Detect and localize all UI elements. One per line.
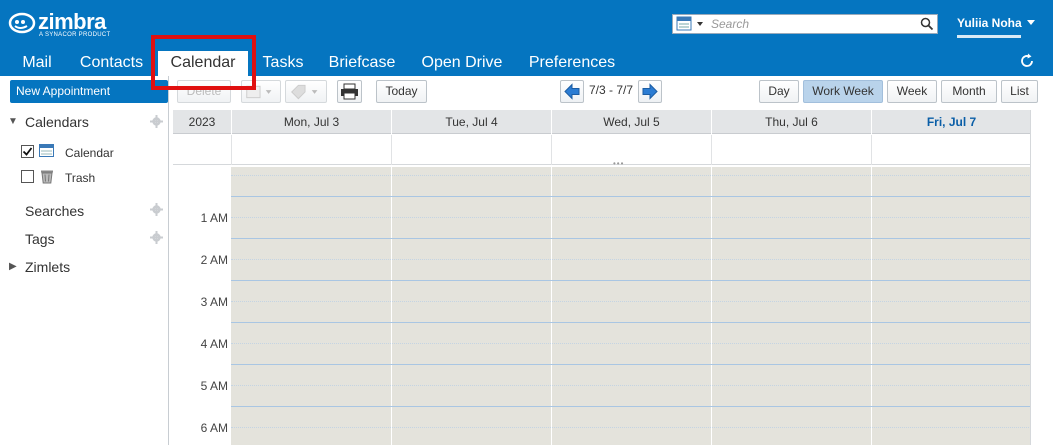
folder-move-icon — [246, 85, 272, 99]
hour-line — [231, 364, 1053, 365]
half-hour-line — [231, 217, 1053, 218]
tags-header[interactable]: Tags — [25, 231, 55, 247]
half-hour-line — [231, 175, 1053, 176]
search-type-menu-icon[interactable] — [675, 16, 709, 32]
hour-slots-area[interactable] — [231, 167, 1053, 445]
calendar-item-label[interactable]: Calendar — [65, 146, 114, 160]
calendar-checkbox[interactable] — [21, 145, 34, 158]
arrow-right-icon — [642, 83, 658, 100]
all-day-divider — [871, 135, 872, 165]
day-column-divider — [391, 167, 392, 445]
tab-tasks[interactable]: Tasks — [255, 51, 311, 76]
next-range-button[interactable] — [638, 80, 662, 103]
day-column-divider — [551, 167, 552, 445]
previous-range-button[interactable] — [560, 80, 584, 103]
tab-open-drive[interactable]: Open Drive — [414, 51, 510, 76]
tags-gear-icon[interactable] — [150, 231, 163, 244]
tab-preferences[interactable]: Preferences — [522, 51, 622, 76]
user-underline — [957, 35, 1021, 38]
search-icon[interactable] — [920, 17, 934, 31]
calendar-grid: 2023 Mon, Jul 3 Tue, Jul 4 Wed, Jul 5 Th… — [173, 110, 1053, 445]
print-button[interactable] — [337, 80, 362, 103]
calendar-icon — [39, 144, 54, 157]
hour-line — [231, 280, 1053, 281]
searches-header[interactable]: Searches — [25, 203, 84, 219]
trash-item-label[interactable]: Trash — [65, 171, 95, 185]
searches-gear-icon[interactable] — [150, 203, 163, 216]
search-box — [672, 14, 938, 34]
calendar-toolbar: Delete Today 7/3 - 7/7 Day Work Week Wee… — [170, 76, 1053, 108]
view-list-button[interactable]: List — [1001, 80, 1038, 103]
hour-line — [231, 322, 1053, 323]
all-day-divider — [231, 135, 232, 165]
hour-line — [231, 406, 1053, 407]
time-label-6am: 6 AM — [200, 421, 228, 435]
trash-icon — [41, 170, 53, 184]
new-appointment-button[interactable]: New Appointment — [10, 80, 168, 103]
print-icon — [341, 83, 358, 100]
calendar-scrollbar-gutter[interactable] — [1030, 110, 1053, 445]
calendars-collapse-icon[interactable]: ▼ — [8, 116, 18, 127]
day-header-thu[interactable]: Thu, Jul 6 — [711, 110, 871, 134]
day-header-fri[interactable]: Fri, Jul 7 — [871, 110, 1031, 134]
hour-line — [231, 238, 1053, 239]
zimbra-logo[interactable]: zimbra A SYNACOR PRODUCT — [8, 10, 128, 40]
tag-icon — [291, 84, 318, 100]
brand-tagline: A SYNACOR PRODUCT — [39, 32, 111, 38]
all-day-divider — [391, 135, 392, 165]
trash-checkbox[interactable] — [21, 170, 34, 183]
tab-calendar[interactable]: Calendar — [158, 51, 248, 76]
zimlets-header[interactable]: Zimlets — [25, 259, 70, 275]
day-column-divider — [871, 167, 872, 445]
year-label: 2023 — [188, 115, 216, 129]
time-label-2am: 2 AM — [200, 253, 228, 267]
sidebar: New Appointment ▼ Calendars Calendar Tra… — [0, 76, 169, 445]
move-button[interactable] — [241, 80, 281, 103]
day-header-mon[interactable]: Mon, Jul 3 — [231, 110, 391, 134]
calendars-header[interactable]: Calendars — [25, 114, 89, 130]
delete-button[interactable]: Delete — [177, 80, 231, 103]
user-menu-chevron-down-icon[interactable] — [1027, 20, 1035, 25]
view-day-button[interactable]: Day — [759, 80, 799, 103]
time-label-3am: 3 AM — [200, 295, 228, 309]
calendars-gear-icon[interactable] — [150, 115, 163, 128]
time-label-1am: 1 AM — [200, 211, 228, 225]
hour-line — [231, 196, 1053, 197]
half-hour-line — [231, 427, 1053, 428]
all-day-divider — [711, 135, 712, 165]
all-day-divider — [551, 135, 552, 165]
time-label-4am: 4 AM — [200, 337, 228, 351]
arrow-left-icon — [564, 83, 580, 100]
view-week-button[interactable]: Week — [887, 80, 937, 103]
date-range-label: 7/3 - 7/7 — [589, 83, 634, 97]
app-tab-bar: Mail Contacts Calendar Tasks Briefcase O… — [0, 48, 1053, 76]
top-header: zimbra A SYNACOR PRODUCT Yuliia Noha — [0, 0, 1053, 48]
view-work-week-button[interactable]: Work Week — [803, 80, 883, 103]
refresh-icon[interactable] — [1018, 52, 1036, 70]
day-column-divider — [711, 167, 712, 445]
day-header-wed[interactable]: Wed, Jul 5 — [551, 110, 711, 134]
view-month-button[interactable]: Month — [941, 80, 997, 103]
tag-button[interactable] — [285, 80, 327, 103]
tab-mail[interactable]: Mail — [8, 51, 66, 76]
half-hour-line — [231, 301, 1053, 302]
checkmark-icon — [22, 147, 33, 156]
half-hour-line — [231, 385, 1053, 386]
time-gutter: 1 AM 2 AM 3 AM 4 AM 5 AM 6 AM — [173, 167, 231, 445]
user-name[interactable]: Yuliia Noha — [957, 16, 1022, 30]
tab-briefcase[interactable]: Briefcase — [322, 51, 402, 76]
brand-name: zimbra — [38, 9, 106, 34]
day-header-tue[interactable]: Tue, Jul 4 — [391, 110, 551, 134]
zimbra-app: zimbra A SYNACOR PRODUCT Yuliia Noha Mai… — [0, 0, 1053, 445]
today-button[interactable]: Today — [376, 80, 427, 103]
search-input[interactable] — [711, 15, 917, 33]
tab-contacts[interactable]: Contacts — [70, 51, 153, 76]
half-hour-line — [231, 343, 1053, 344]
half-hour-line — [231, 259, 1053, 260]
zimlets-expand-icon[interactable]: ▶ — [9, 261, 17, 272]
time-label-5am: 5 AM — [200, 379, 228, 393]
zimbra-logo-icon — [8, 12, 36, 34]
calendar-header-row: 2023 Mon, Jul 3 Tue, Jul 4 Wed, Jul 5 Th… — [173, 110, 1053, 134]
